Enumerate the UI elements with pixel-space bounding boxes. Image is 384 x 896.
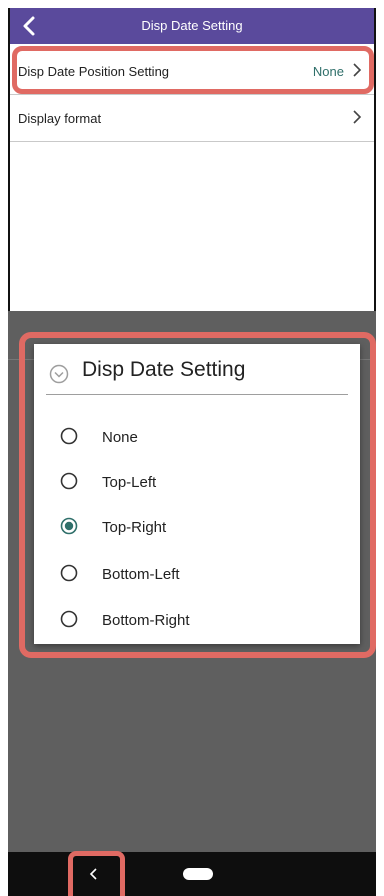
- highlight-box: [12, 46, 374, 94]
- chevron-right-icon: [353, 110, 362, 124]
- highlight-box: [19, 332, 376, 658]
- row-label: Display format: [18, 111, 102, 126]
- page-title: Disp Date Setting: [141, 18, 243, 33]
- frame-edge: [8, 8, 10, 311]
- dialog-screen: Disp Date Setting None Top-Left Top-Righ…: [8, 311, 376, 896]
- nav-home-pill-icon[interactable]: [183, 868, 213, 880]
- settings-screen: Disp Date Setting Disp Date Position Set…: [8, 8, 376, 311]
- app-bar: Disp Date Setting: [8, 8, 376, 44]
- display-format-row[interactable]: Display format: [10, 95, 374, 142]
- system-nav-bar: [8, 852, 376, 896]
- frame-edge: [374, 8, 376, 311]
- highlight-box: [68, 851, 125, 896]
